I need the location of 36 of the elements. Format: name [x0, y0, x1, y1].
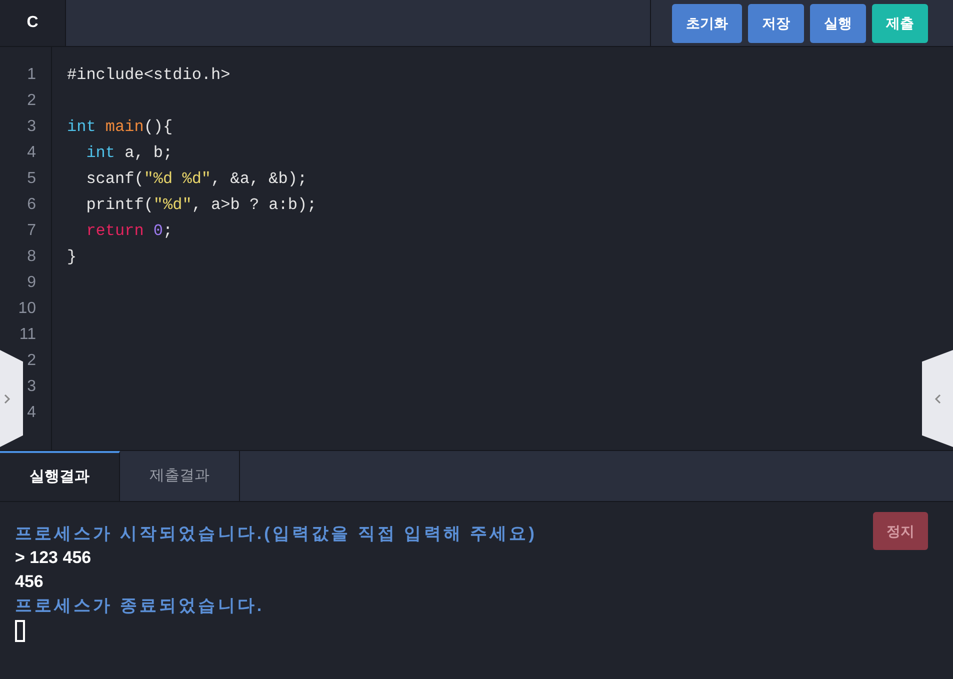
- language-tab[interactable]: C: [0, 0, 66, 46]
- line-number: 11: [19, 325, 36, 345]
- chevron-right-icon: [3, 394, 11, 404]
- line-number: 5: [27, 169, 36, 189]
- toolbar-button[interactable]: 실행: [810, 4, 866, 42]
- line-number: 2: [27, 351, 36, 371]
- console-line: 프로세스가 시작되었습니다.(입력값을 직접 입력해 주세요): [15, 523, 537, 546]
- line-number: 7: [27, 221, 36, 241]
- toolbar-button[interactable]: 초기화: [672, 4, 742, 42]
- expand-left-handle[interactable]: [0, 350, 23, 447]
- toolbar-button[interactable]: 저장: [748, 4, 804, 42]
- code-line: scanf("%d %d", &a, &b);: [85, 169, 308, 190]
- code-line: return 0;: [85, 221, 173, 242]
- line-number: 4: [27, 143, 36, 163]
- output-tab[interactable]: 제출결과: [120, 451, 240, 501]
- code-line: }: [67, 247, 77, 268]
- code-line: #include<stdio.h>: [67, 65, 230, 86]
- console-line: > 123 456: [15, 547, 92, 570]
- line-number: 6: [27, 195, 36, 215]
- console-line: 프로세스가 종료되었습니다.: [15, 595, 264, 618]
- line-number: 9: [27, 273, 36, 293]
- expand-right-handle[interactable]: [922, 350, 953, 447]
- line-number: 3: [27, 117, 36, 137]
- submit-button[interactable]: 제출: [872, 4, 928, 42]
- line-number: 8: [27, 247, 36, 267]
- code-line: int a, b;: [85, 143, 173, 164]
- console-line: 456: [15, 571, 44, 594]
- line-number: 4: [27, 403, 36, 423]
- output-tab[interactable]: 실행결과: [0, 451, 120, 501]
- line-number: 3: [27, 377, 36, 397]
- code-line: printf("%d", a>b ? a:b);: [85, 195, 317, 216]
- line-number: 10: [18, 299, 36, 319]
- line-number: 2: [27, 91, 36, 111]
- line-number: 1: [27, 65, 36, 85]
- code-line: int main(){: [67, 117, 173, 138]
- chevron-left-icon: [934, 394, 942, 404]
